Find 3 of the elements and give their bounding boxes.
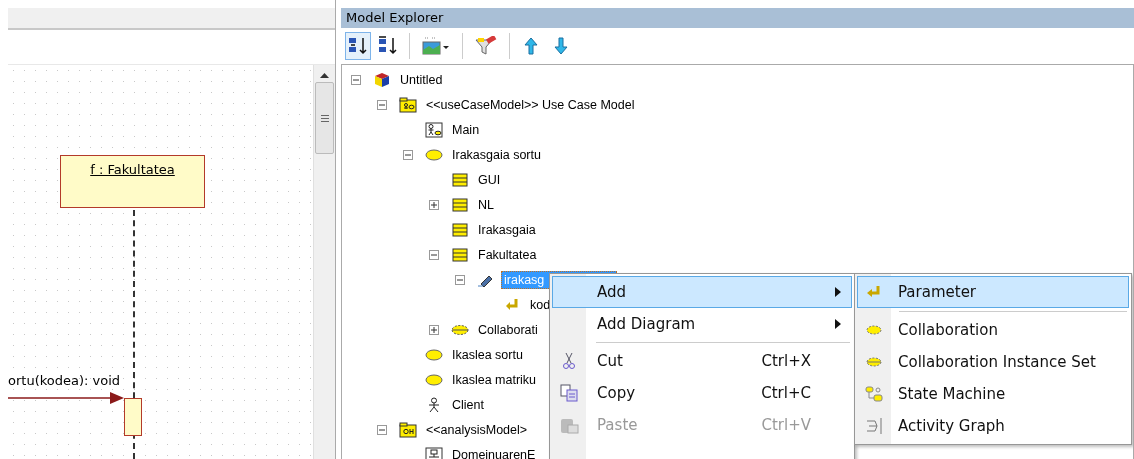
lifeline-box: f : Fakultatea	[60, 155, 205, 208]
message-label: ortu(kodea): void	[8, 373, 121, 388]
panel-title: Model Explorer	[341, 8, 1134, 28]
